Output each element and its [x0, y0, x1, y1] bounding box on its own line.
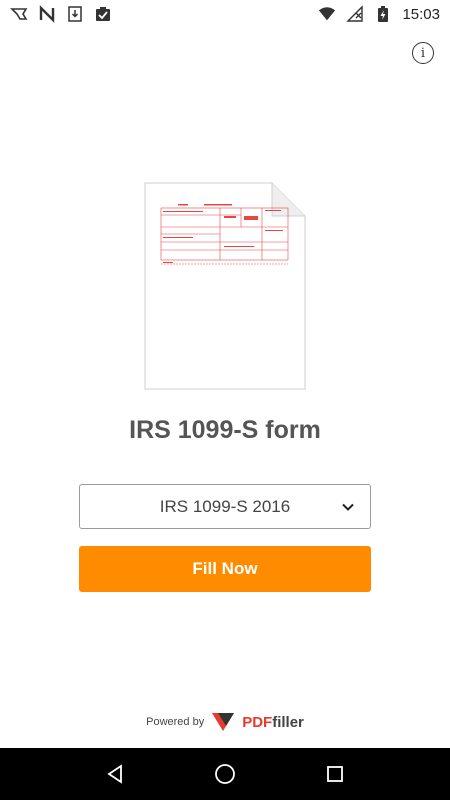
- back-icon: [107, 764, 122, 784]
- form-preview: [144, 182, 306, 390]
- powered-by-text: Powered by: [146, 716, 205, 728]
- recents-icon: [327, 766, 343, 782]
- download-icon: [66, 5, 84, 23]
- pdffiller-brand: PDFfiller: [242, 713, 304, 731]
- powered-by: Powered by PDFfiller: [0, 710, 450, 734]
- clipboard-check-icon: [94, 5, 112, 23]
- n-icon: [38, 5, 56, 23]
- vpn-icon: [10, 5, 28, 23]
- info-button[interactable]: i: [412, 42, 434, 64]
- form-year-value: IRS 1099-S 2016: [159, 496, 291, 516]
- fill-now-button[interactable]: Fill Now: [79, 546, 371, 592]
- wifi-icon: [318, 5, 336, 23]
- clock: 15:03: [402, 5, 440, 23]
- home-button[interactable]: [213, 762, 237, 786]
- pdffiller-logo-icon: [210, 710, 236, 734]
- no-signal-icon: [346, 5, 364, 23]
- battery-charging-icon: [374, 5, 392, 23]
- navigation-bar: [0, 748, 450, 800]
- home-icon: [215, 764, 235, 784]
- recents-button[interactable]: [323, 762, 347, 786]
- form-year-select[interactable]: IRS 1099-S 2016: [79, 484, 371, 529]
- info-icon: i: [420, 45, 426, 61]
- form-title: IRS 1099-S form: [129, 416, 321, 444]
- status-bar: 15:03: [0, 0, 450, 28]
- chevron-down-icon: [340, 499, 356, 515]
- back-button[interactable]: [103, 762, 127, 786]
